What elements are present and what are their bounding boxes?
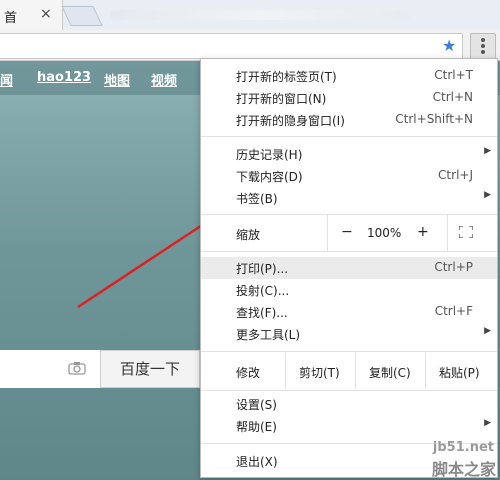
submenu-arrow-icon: ▶ bbox=[484, 326, 491, 336]
menu-item-incognito[interactable]: 打开新的隐身窗口(I) Ctrl+Shift+N bbox=[201, 109, 497, 131]
zoom-row: 缩放 − 100% + bbox=[201, 215, 497, 251]
zoom-label: 缩放 bbox=[236, 228, 261, 242]
cut-button[interactable]: 剪切(T) bbox=[299, 364, 340, 381]
menu-divider bbox=[201, 136, 497, 137]
menu-item-print[interactable]: 打印(P)... Ctrl+P bbox=[201, 257, 497, 279]
zoom-level: 100% bbox=[367, 226, 402, 240]
edit-label: 修改 bbox=[236, 366, 261, 380]
menu-item-find[interactable]: 查找(F)... Ctrl+F bbox=[201, 301, 497, 323]
submenu-arrow-icon: ▶ bbox=[484, 146, 491, 156]
menu-item-settings[interactable]: 设置(S) bbox=[201, 393, 497, 415]
menu-item-help[interactable]: 帮助(E) ▶ bbox=[201, 415, 497, 437]
watermark: jb51.net 脚本之家 bbox=[431, 440, 496, 479]
menu-item-downloads[interactable]: 下载内容(D) Ctrl+J bbox=[201, 165, 497, 187]
submenu-arrow-icon: ▶ bbox=[484, 190, 491, 200]
menu-divider bbox=[201, 351, 497, 352]
menu-item-cast[interactable]: 投射(C)... bbox=[201, 279, 497, 301]
menu-item-bookmarks[interactable]: 书签(B) ▶ bbox=[201, 187, 497, 209]
zoom-out-button[interactable]: − bbox=[341, 224, 353, 240]
menu-divider bbox=[201, 390, 497, 391]
chrome-main-menu: 打开新的标签页(T) Ctrl+T 打开新的窗口(N) Ctrl+N 打开新的隐… bbox=[200, 58, 498, 478]
paste-button[interactable]: 粘贴(P) bbox=[439, 364, 480, 381]
menu-divider bbox=[201, 251, 497, 252]
menu-item-new-tab[interactable]: 打开新的标签页(T) Ctrl+T bbox=[201, 65, 497, 87]
copy-button[interactable]: 复制(C) bbox=[369, 364, 411, 381]
edit-row: 修改 剪切(T) 复制(C) 粘贴(P) bbox=[201, 353, 497, 389]
menu-item-history[interactable]: 历史记录(H) ▶ bbox=[201, 143, 497, 165]
menu-item-new-window[interactable]: 打开新的窗口(N) Ctrl+N bbox=[201, 87, 497, 109]
submenu-arrow-icon: ▶ bbox=[484, 418, 491, 428]
fullscreen-icon[interactable] bbox=[459, 226, 473, 238]
menu-item-more-tools[interactable]: 更多工具(L) ▶ bbox=[201, 323, 497, 345]
zoom-in-button[interactable]: + bbox=[417, 224, 429, 240]
